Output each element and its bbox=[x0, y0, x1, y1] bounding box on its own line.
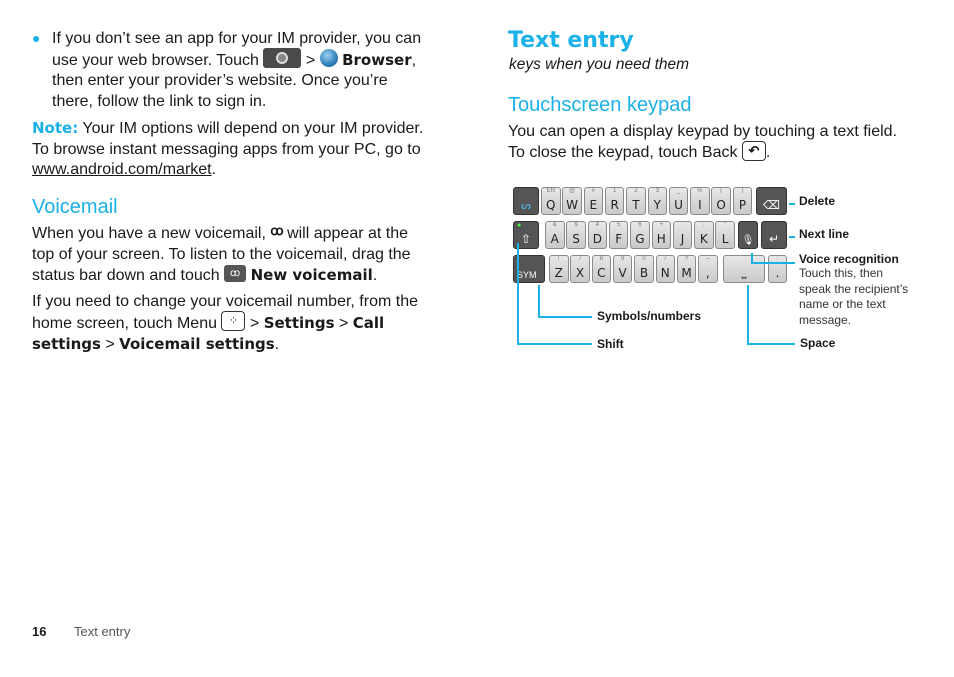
key-r1-1[interactable]: @ W bbox=[562, 187, 582, 215]
key-r3-2[interactable]: 8C bbox=[591, 255, 612, 283]
space-key[interactable]: ⎵ bbox=[723, 255, 765, 283]
voicemail-heading: Voicemail bbox=[32, 196, 118, 218]
keypad-intro: You can open a display keypad by touchin… bbox=[508, 123, 898, 161]
key-r1-8[interactable]: (O bbox=[711, 187, 731, 215]
bullet-line-4: there, follow the link to sign in. bbox=[52, 92, 267, 110]
key-r2-8[interactable]: " L bbox=[715, 221, 735, 249]
voice-callout-line-h bbox=[751, 262, 795, 264]
keypad-heading: Touchscreen keypad bbox=[508, 94, 692, 116]
space-icon: ⎵ bbox=[741, 265, 747, 279]
space-callout: Space bbox=[800, 336, 836, 350]
key-r2-0[interactable]: & A bbox=[545, 221, 565, 249]
shift-callout: Shift bbox=[597, 337, 624, 351]
key-r3-4[interactable]: 0B bbox=[634, 255, 654, 283]
sym-callout-line-h bbox=[538, 316, 592, 318]
page-subtitle: keys when you need them bbox=[509, 56, 690, 73]
voice-key[interactable]: 🎙 bbox=[738, 221, 758, 249]
enter-key[interactable]: ↵ bbox=[761, 221, 787, 249]
symbols-numbers-callout: Symbols/numbers bbox=[597, 309, 702, 323]
page-title: Text entry bbox=[508, 28, 634, 53]
browser-globe-icon bbox=[319, 49, 338, 68]
space-callout-line-v bbox=[747, 285, 749, 345]
key-r2-6[interactable]: :J bbox=[672, 221, 693, 249]
key-r1-5[interactable]: 3Y bbox=[647, 187, 667, 215]
key-r1-4[interactable]: 2T bbox=[626, 187, 646, 215]
key-r1-9[interactable]: ) P bbox=[732, 187, 753, 215]
bullet-line-1: If you don’t see an app for your IM prov… bbox=[52, 30, 422, 47]
sym-callout-line-v bbox=[538, 285, 540, 318]
key-r3-6[interactable]: ? M bbox=[676, 255, 697, 283]
key-r1-0[interactable]: EN Q bbox=[541, 187, 561, 215]
note-line-2: To browse instant messaging apps from yo… bbox=[32, 140, 421, 158]
page-number: 16 bbox=[32, 624, 47, 639]
bullet-line-3: then enter your provider’s website. Once… bbox=[52, 72, 388, 89]
key-r3-1[interactable]: 7X bbox=[570, 255, 590, 283]
input-method-icon: ᔕ bbox=[521, 199, 531, 212]
microphone-icon: 🎙 bbox=[741, 235, 755, 246]
key-r2-2[interactable]: 4D bbox=[587, 221, 608, 249]
enter-icon: ↵ bbox=[768, 232, 780, 246]
shift-callout-line-v bbox=[517, 243, 519, 345]
input-method-key[interactable]: ᔕ bbox=[513, 187, 539, 215]
voicemail-settings-label: Voicemail settings bbox=[119, 335, 275, 353]
key-r3-3[interactable]: 9V bbox=[612, 255, 633, 283]
key-r3-5[interactable]: / N bbox=[655, 255, 675, 283]
space-callout-line-h bbox=[747, 343, 795, 345]
key-r2-7[interactable]: ; K bbox=[694, 221, 714, 249]
period-key[interactable]: : . bbox=[768, 255, 787, 283]
key-r2-1[interactable]: $ S bbox=[566, 221, 586, 249]
next-line-callout-line bbox=[789, 236, 795, 238]
keyboard-illustration: ᔕ EN Q @ W # E 1 R 2 T 3 Y _ U% I(O) P ⌫ ● ⇧ & A $ S 4 D 5 F 6 G… bbox=[511, 187, 787, 285]
key-r2-3[interactable]: 5F bbox=[608, 221, 629, 249]
voicemail-paragraph-1: When you have a new voicemail, ꝏ will ap… bbox=[32, 223, 411, 284]
note-block: Note: Your IM options will depend on you… bbox=[32, 118, 452, 181]
bullet-line-2: use your web browser. Touch > Browser, bbox=[52, 48, 452, 72]
delete-callout: Delete bbox=[799, 194, 836, 208]
delete-key[interactable]: ⌫ bbox=[756, 187, 787, 215]
footer-section: Text entry bbox=[74, 624, 131, 639]
bullet-icon: ● bbox=[32, 30, 41, 46]
back-key-icon: ↶ bbox=[741, 140, 766, 161]
bullet-browser: ● If you don’t see an app for your IM pr… bbox=[32, 29, 452, 112]
next-line-callout: Next line bbox=[799, 227, 850, 241]
new-voicemail-label: New voicemail bbox=[250, 266, 373, 284]
delete-callout-line bbox=[789, 203, 795, 205]
settings-label: Settings bbox=[263, 313, 335, 332]
key-r1-7[interactable]: % I bbox=[690, 187, 710, 215]
key-r1-2[interactable]: # E bbox=[583, 187, 604, 215]
key-r3-7[interactable]: –, bbox=[698, 255, 718, 283]
shift-callout-line-h bbox=[517, 343, 592, 345]
key-r1-3[interactable]: 1R bbox=[604, 187, 625, 215]
home-button-icon bbox=[263, 48, 302, 69]
key-r1-6[interactable]: _ U bbox=[668, 187, 689, 215]
voicemail-paragraph-2: If you need to change your voicemail num… bbox=[32, 293, 418, 353]
browser-label: Browser bbox=[342, 50, 412, 69]
voice-recognition-callout: Voice recognition Touch this, then speak… bbox=[799, 252, 909, 327]
note-label: Note: bbox=[32, 119, 79, 137]
key-r3-0[interactable]: ! Z bbox=[549, 255, 569, 283]
market-link[interactable]: www.android.com/market bbox=[32, 161, 212, 178]
key-r2-4[interactable]: 6G bbox=[630, 221, 650, 249]
call-label: Call bbox=[352, 313, 385, 332]
menu-key-icon: ⁘ bbox=[221, 311, 246, 332]
new-voicemail-icon: ꝏ bbox=[224, 265, 247, 283]
key-r2-5[interactable]: + H bbox=[651, 221, 671, 249]
voicemail-icon: ꝏ bbox=[270, 223, 283, 238]
delete-icon: ⌫ bbox=[763, 198, 780, 212]
